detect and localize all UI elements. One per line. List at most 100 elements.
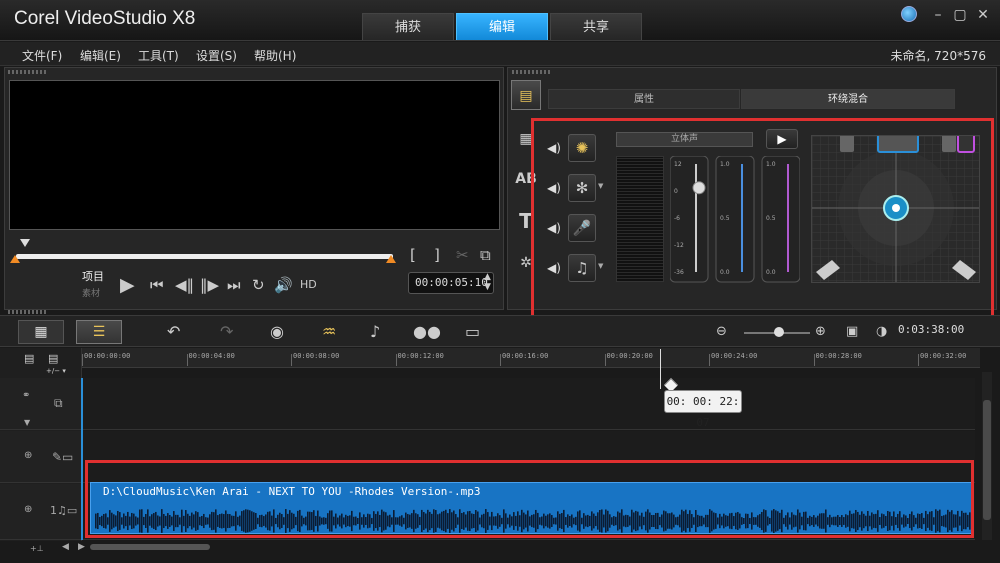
menu-tools[interactable]: 工具(T) <box>138 47 179 64</box>
horizontal-scroll-thumb[interactable] <box>90 544 210 550</box>
timeline-view-icon[interactable]: ☰ <box>76 320 122 344</box>
menu-help[interactable]: 帮助(H) <box>254 47 296 64</box>
minimize-icon[interactable]: – <box>929 6 947 24</box>
fader-tick-label: -6 <box>674 215 680 222</box>
sound-mixer-icon[interactable]: ♒ <box>322 322 336 341</box>
zoom-in-icon[interactable]: ⊕ <box>815 324 826 339</box>
end-icon[interactable]: ⏭ <box>227 276 241 294</box>
front-left-speaker-icon[interactable] <box>840 136 854 152</box>
home-icon[interactable]: ⏮ <box>150 276 164 294</box>
zoom-out-icon[interactable]: ⊖ <box>716 324 727 339</box>
mark-in-icon[interactable]: [ <box>410 246 416 264</box>
tab-attributes[interactable]: 属性 <box>548 89 740 109</box>
ruler-tick-label: 00:00:04:00 <box>188 352 235 360</box>
timecode-display[interactable]: 00:00:05:10 <box>408 272 494 294</box>
track-manager-icon[interactable]: ▤ <box>24 352 34 365</box>
timeline-grip[interactable] <box>8 310 48 314</box>
overlay-track-icon[interactable]: ✻ <box>568 174 596 202</box>
panel-grip[interactable] <box>8 70 48 74</box>
media-library-icon[interactable]: ▤ <box>511 80 541 110</box>
video-track-icon[interactable]: ✺ <box>568 134 596 162</box>
subtitle-editor-icon[interactable]: ▭ <box>465 322 480 341</box>
record-capture-icon[interactable]: ◉ <box>270 322 284 341</box>
trim-start-marker[interactable] <box>10 255 20 263</box>
chevron-down-icon[interactable]: +/− ▾ <box>46 367 66 375</box>
cut-icon[interactable]: ✂ <box>456 246 469 264</box>
ruler-tick-line <box>604 354 606 366</box>
storyboard-view-icon[interactable]: ▦ <box>18 320 64 344</box>
chevron-down-icon[interactable]: ▼ <box>24 418 30 427</box>
speaker-icon-video[interactable]: ◀) <box>547 141 561 155</box>
scroll-right-icon[interactable]: ▶ <box>78 542 85 552</box>
speaker-icon-voice[interactable]: ◀) <box>547 221 561 235</box>
trim-end-marker[interactable] <box>386 255 396 263</box>
menu-file[interactable]: 文件(F) <box>22 47 62 64</box>
tab-share[interactable]: 共享 <box>550 13 642 40</box>
add-chapter-icon[interactable]: ▤ <box>48 352 58 365</box>
volume-icon[interactable]: 🔊 <box>274 276 293 294</box>
snapshot-icon[interactable]: ⧉ <box>480 246 491 264</box>
redo-icon[interactable]: ↷ <box>220 322 233 341</box>
play-icon[interactable]: ▶ <box>120 274 135 296</box>
motion-tracking-icon[interactable]: ●● <box>413 322 441 341</box>
preview-window <box>9 80 500 230</box>
fader-handle[interactable] <box>692 181 706 195</box>
hd-toggle[interactable]: HD <box>300 278 317 291</box>
voice-track-icon[interactable]: 🎤 <box>568 214 596 242</box>
fader-tick-label: 0.0 <box>766 269 776 276</box>
panel-grip-right[interactable] <box>512 70 552 74</box>
vertical-scroll-thumb[interactable] <box>983 400 991 520</box>
ruler-tick-label: 00:00:24:00 <box>711 352 758 360</box>
scrub-bar[interactable] <box>16 254 393 259</box>
mode-project[interactable]: 项目 <box>82 268 104 284</box>
fader-tick-label: 1.0 <box>720 161 730 168</box>
chevron-down-icon[interactable]: ▼ <box>598 182 603 190</box>
mode-clip[interactable]: 素材 <box>82 286 100 299</box>
globe-icon[interactable] <box>901 6 917 22</box>
prev-frame-icon[interactable]: ◀‖ <box>175 276 194 294</box>
menu-settings[interactable]: 设置(S) <box>196 47 237 64</box>
close-icon[interactable]: ✕ <box>974 6 992 24</box>
zoom-slider-handle[interactable] <box>774 327 784 337</box>
tab-capture[interactable]: 捕获 <box>362 13 454 40</box>
project-duration: 0:03:38:00 <box>898 323 965 336</box>
music-track-icon[interactable]: ♫ <box>568 254 596 282</box>
undo-icon[interactable]: ↶ <box>167 322 180 341</box>
repeat-icon[interactable]: ↻ <box>252 276 265 294</box>
subwoofer-icon[interactable] <box>957 136 975 153</box>
chevron-down-icon[interactable]: ▼ <box>598 262 603 270</box>
speaker-icon-music[interactable]: ◀) <box>547 261 561 275</box>
front-right-speaker-icon[interactable] <box>942 136 956 152</box>
lock-icon[interactable]: ⊕ <box>24 450 32 461</box>
ruler-tick-line <box>291 354 292 366</box>
overlay-track[interactable] <box>82 378 975 430</box>
overlay-track-icon: ⧉ <box>54 396 63 410</box>
auto-music-icon[interactable]: ♪ <box>370 322 380 341</box>
maximize-icon[interactable]: ▢ <box>951 6 969 24</box>
lock-icon[interactable]: ⊕ <box>24 504 32 515</box>
mark-out-icon[interactable]: ] <box>434 246 440 264</box>
ruler-tick-line <box>186 354 188 366</box>
fader-level-line <box>787 164 789 272</box>
surround-panner[interactable] <box>811 135 980 283</box>
scroll-left-icon[interactable]: ◀ <box>62 542 69 552</box>
menu-edit[interactable]: 编辑(E) <box>80 47 121 64</box>
preview-play-button[interactable]: ▶ <box>766 129 798 149</box>
add-track-icon[interactable]: +⊥ <box>30 544 44 553</box>
speaker-icon-overlay[interactable]: ◀) <box>547 181 561 195</box>
stereo-label[interactable]: 立体声 <box>616 132 753 147</box>
ruler-tick-label: 00:00:16:00 <box>502 352 549 360</box>
timecode-stepper[interactable]: ▲ ▼ <box>484 272 491 292</box>
ruler-tick-label: 00:00:20:00 <box>606 352 653 360</box>
link-icon[interactable]: ⚭ <box>22 390 30 401</box>
fit-project-icon[interactable]: ▣ <box>846 324 858 339</box>
fader-tick-label: -36 <box>674 269 684 276</box>
fader-tick-label: 1.0 <box>766 161 776 168</box>
tab-surround-mix[interactable]: 环绕混合 <box>741 89 955 109</box>
next-frame-icon[interactable]: ‖▶ <box>200 276 219 294</box>
scrubber-handle[interactable] <box>20 239 30 247</box>
center-speaker-icon[interactable] <box>877 136 919 153</box>
tab-edit[interactable]: 编辑 <box>456 13 548 40</box>
fader-tick-label: 0.5 <box>766 215 776 222</box>
vu-meter <box>616 156 664 282</box>
